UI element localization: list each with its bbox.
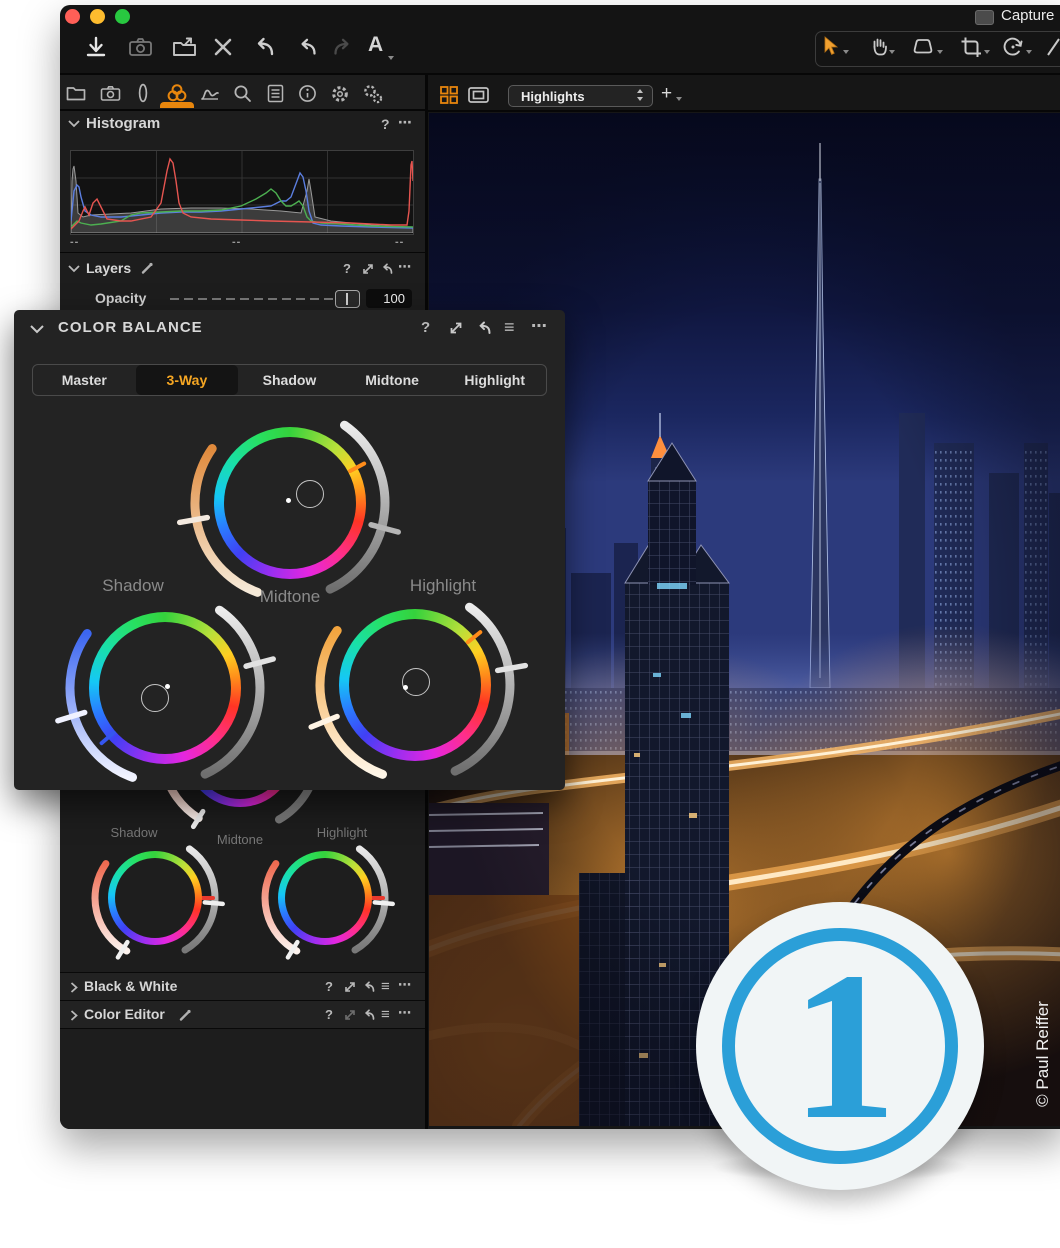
highlight-wheel-handle[interactable] bbox=[402, 668, 430, 696]
tab-exposure-icon[interactable] bbox=[200, 84, 220, 102]
color-editor-menu-icon[interactable]: ≡ bbox=[381, 1006, 390, 1023]
color-editor-picker-icon bbox=[178, 1008, 192, 1022]
color-editor-expand-icon[interactable] bbox=[343, 1008, 357, 1022]
color-editor-help-icon[interactable]: ? bbox=[325, 1007, 333, 1022]
black-white-title: Black & White bbox=[84, 978, 177, 994]
black-white-expand-chevron-icon[interactable] bbox=[70, 982, 78, 993]
tab-capture-camera-icon[interactable] bbox=[100, 85, 122, 102]
tab-details-loupe-icon[interactable] bbox=[233, 84, 252, 103]
reset-adjustments-icon[interactable] bbox=[253, 36, 277, 58]
black-white-expand-icon[interactable] bbox=[343, 980, 357, 994]
stepper-up-icon bbox=[637, 89, 643, 93]
color-editor-expand-chevron-icon[interactable] bbox=[70, 1010, 78, 1021]
histogram-midtone-readout: -- bbox=[232, 236, 241, 248]
redo-icon[interactable] bbox=[331, 37, 353, 57]
capture-one-logo-badge: 1 bbox=[696, 902, 984, 1190]
histogram-help-icon[interactable]: ? bbox=[381, 116, 390, 132]
layers-collapse-chevron-icon[interactable] bbox=[68, 264, 80, 272]
color-balance-menu-icon[interactable]: ≡ bbox=[504, 317, 515, 338]
opacity-slider-handle[interactable] bbox=[335, 290, 360, 308]
color-balance-more-icon[interactable]: ⋯ bbox=[531, 316, 547, 336]
page: Capture A bbox=[0, 0, 1060, 1248]
tab-master[interactable]: Master bbox=[33, 365, 136, 395]
delete-icon[interactable] bbox=[213, 37, 233, 57]
layers-brush-icon bbox=[140, 261, 154, 275]
color-editor-title: Color Editor bbox=[84, 1006, 165, 1022]
layers-reset-icon[interactable] bbox=[380, 262, 394, 275]
tab-info-icon[interactable] bbox=[298, 84, 317, 103]
loupe-tool-caret-icon bbox=[937, 50, 943, 54]
close-window-button[interactable] bbox=[65, 9, 80, 24]
opacity-slider-track[interactable] bbox=[170, 298, 342, 300]
tab-lens-icon[interactable] bbox=[137, 83, 149, 103]
color-balance-floating-panel: COLOR BALANCE ? ≡ ⋯ Master 3-Way Shadow … bbox=[14, 310, 565, 790]
histogram-shadow-readout: -- bbox=[70, 236, 79, 248]
add-viewer-caret-icon bbox=[676, 97, 682, 101]
tab-metadata-list-icon[interactable] bbox=[267, 84, 284, 103]
add-clone-viewer-button[interactable]: + bbox=[661, 83, 672, 105]
text-tool-caret-icon bbox=[388, 56, 394, 60]
proof-profile-dropdown[interactable]: Highlights bbox=[508, 85, 653, 107]
black-white-more-icon[interactable]: ⋯ bbox=[398, 977, 411, 993]
color-editor-reset-icon[interactable] bbox=[362, 1008, 376, 1021]
color-editor-more-icon[interactable]: ⋯ bbox=[398, 1005, 411, 1021]
highlight-wheel-dot bbox=[403, 685, 408, 690]
select-tool-caret-icon bbox=[843, 50, 849, 54]
histogram-highlight-readout: -- bbox=[395, 236, 404, 248]
tab-settings-gear-icon[interactable] bbox=[330, 84, 350, 104]
proof-profile-value: Highlights bbox=[521, 89, 585, 104]
color-balance-expand-icon[interactable] bbox=[448, 320, 464, 336]
tab-library-folder-icon[interactable] bbox=[66, 85, 86, 101]
crop-tool-caret-icon bbox=[984, 50, 990, 54]
layers-more-icon[interactable]: ⋯ bbox=[398, 259, 411, 275]
midtone-wheel-dot bbox=[286, 498, 291, 503]
opacity-value-box[interactable]: 100 bbox=[366, 289, 412, 308]
color-editor-panel-header[interactable]: Color Editor ? ≡ ⋯ bbox=[60, 1000, 425, 1029]
opacity-label: Opacity bbox=[95, 290, 146, 306]
histogram-graph bbox=[70, 150, 414, 235]
proof-view-icon[interactable] bbox=[468, 87, 490, 104]
straighten-tool-icon[interactable] bbox=[1046, 37, 1060, 57]
crop-tool-icon[interactable] bbox=[960, 36, 982, 58]
text-tool-button[interactable]: A bbox=[368, 33, 383, 57]
stepper-down-icon bbox=[637, 97, 643, 101]
grid-view-icon[interactable] bbox=[440, 86, 458, 104]
black-white-reset-icon[interactable] bbox=[362, 980, 376, 993]
import-icon[interactable] bbox=[84, 35, 108, 59]
color-balance-collapse-chevron-icon[interactable] bbox=[30, 324, 44, 333]
select-cursor-tool-icon[interactable] bbox=[824, 36, 840, 56]
black-white-help-icon[interactable]: ? bbox=[325, 979, 333, 994]
rotate-tool-icon[interactable] bbox=[1002, 36, 1024, 58]
pan-tool-caret-icon bbox=[889, 50, 895, 54]
export-folder-icon[interactable] bbox=[172, 36, 198, 58]
tab-color-icon[interactable] bbox=[166, 83, 188, 103]
layers-help-icon[interactable]: ? bbox=[343, 261, 351, 276]
app-icon bbox=[975, 10, 994, 25]
shadow-wheel-dot bbox=[165, 684, 170, 689]
minimize-window-button[interactable] bbox=[90, 9, 105, 24]
active-tab-indicator bbox=[160, 102, 194, 108]
loupe-tool-icon[interactable] bbox=[912, 38, 934, 56]
pan-hand-tool-icon[interactable] bbox=[868, 35, 890, 57]
color-balance-title: COLOR BALANCE bbox=[58, 319, 203, 336]
layers-title: Layers bbox=[86, 260, 131, 276]
layers-expand-icon[interactable] bbox=[361, 262, 375, 276]
histogram-more-icon[interactable]: ⋯ bbox=[398, 114, 412, 131]
opacity-value: 100 bbox=[383, 291, 405, 306]
rotate-tool-caret-icon bbox=[1026, 50, 1032, 54]
window-title: Capture bbox=[1001, 7, 1054, 24]
color-balance-reset-icon[interactable] bbox=[476, 320, 492, 335]
histogram-title: Histogram bbox=[86, 115, 160, 132]
tab-highlight[interactable]: Highlight bbox=[443, 365, 546, 395]
midtone-wheel-handle[interactable] bbox=[296, 480, 324, 508]
capture-camera-icon[interactable] bbox=[128, 36, 154, 58]
color-balance-help-icon[interactable]: ? bbox=[421, 319, 430, 336]
undo-icon[interactable] bbox=[297, 37, 319, 57]
tab-adjustments-gears-icon[interactable] bbox=[362, 83, 384, 105]
logo-digit: 1 bbox=[696, 902, 984, 1190]
zoom-window-button[interactable] bbox=[115, 9, 130, 24]
photo-credit: © Paul Reiffer bbox=[1033, 924, 1055, 1184]
black-white-menu-icon[interactable]: ≡ bbox=[381, 978, 390, 995]
histogram-collapse-chevron-icon[interactable] bbox=[68, 119, 80, 127]
